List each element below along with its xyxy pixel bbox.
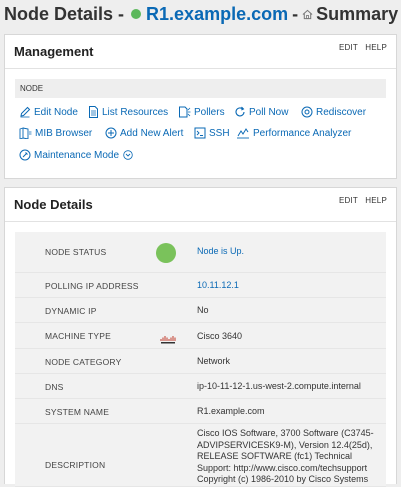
edit-node-label: Edit Node [34, 106, 78, 118]
node-details-table: NODE STATUS Node is Up. POLLING IP ADDRE… [15, 232, 386, 487]
list-resources-button[interactable]: List Resources [88, 106, 168, 118]
node-details-header-actions: EDIT HELP [334, 196, 387, 205]
machine-type-value: Cisco 3640 [197, 331, 243, 341]
pencil-icon [20, 106, 31, 118]
page-title-prefix: Node Details - [4, 3, 125, 24]
node-details-help-link[interactable]: HELP [365, 196, 387, 205]
row-key: DNS [45, 382, 64, 392]
maintenance-icon [19, 149, 31, 161]
plus-circle-icon [105, 127, 117, 139]
rediscover-label: Rediscover [316, 106, 367, 118]
table-row: DYNAMIC IP No [15, 298, 386, 323]
polling-ip-value[interactable]: 10.11.12.1 [197, 280, 239, 290]
table-row: DESCRIPTION Cisco IOS Software, 3700 Sof… [15, 424, 386, 487]
performance-analyzer-icon [237, 128, 249, 139]
list-resources-label: List Resources [102, 106, 169, 118]
row-key: DYNAMIC IP [45, 306, 97, 316]
table-row: SYSTEM NAME R1.example.com [15, 399, 386, 424]
description-value: Cisco IOS Software, 3700 Software (C3745… [197, 428, 374, 484]
pollers-button[interactable]: Pollers [178, 106, 225, 118]
edit-node-button[interactable]: Edit Node [19, 106, 78, 118]
table-row: DNS ip-10-11-12-1.us-west-2.compute.inte… [15, 374, 386, 399]
rediscover-icon [301, 106, 313, 118]
home-icon [302, 9, 313, 20]
table-row: NODE STATUS Node is Up. [15, 232, 386, 273]
node-details-panel: Node Details EDIT HELP NODE STATUS Node … [4, 187, 397, 487]
chevron-down-icon [123, 150, 133, 160]
status-up-icon [156, 243, 176, 263]
view-name: Summary [316, 3, 399, 24]
maintenance-mode-label: Maintenance Mode [34, 149, 120, 161]
row-key: MACHINE TYPE [45, 331, 112, 341]
title-separator: - [292, 3, 299, 24]
add-new-alert-label: Add New Alert [120, 127, 184, 139]
terminal-icon [194, 127, 206, 139]
node-status-dot-icon [131, 9, 142, 19]
page-title: Node Details - R1.example.com - Summary [4, 3, 398, 25]
performance-analyzer-button[interactable]: Performance Analyzer [236, 127, 351, 139]
management-title: Management [14, 44, 94, 59]
mib-browser-label: MIB Browser [35, 127, 93, 139]
mib-browser-icon [19, 127, 32, 139]
node-section-bar: NODE [15, 79, 386, 98]
dns-value: ip-10-11-12-1.us-west-2.compute.internal [197, 381, 361, 391]
management-header-actions: EDIT HELP [334, 43, 387, 52]
node-details-header: Node Details EDIT HELP [5, 188, 396, 222]
node-details-title: Node Details [14, 197, 93, 212]
management-help-link[interactable]: HELP [365, 43, 387, 52]
pollers-label: Pollers [194, 106, 225, 118]
row-key: POLLING IP ADDRESS [45, 281, 139, 291]
table-row: NODE CATEGORY Network [15, 349, 386, 374]
document-list-icon [89, 106, 98, 118]
system-name-value: R1.example.com [197, 406, 265, 416]
rediscover-button[interactable]: Rediscover [301, 106, 366, 118]
row-key: NODE STATUS [45, 247, 107, 257]
poll-now-button[interactable]: Poll Now [234, 106, 288, 118]
node-name-link[interactable]: R1.example.com [146, 4, 288, 25]
table-row: MACHINE TYPE Cisco 3640 [15, 323, 386, 349]
management-edit-link[interactable]: EDIT [339, 43, 358, 52]
management-header: Management EDIT HELP [5, 35, 396, 69]
maintenance-mode-button[interactable]: Maintenance Mode [19, 149, 136, 161]
node-section-label: NODE [20, 84, 44, 93]
performance-analyzer-label: Performance Analyzer [253, 127, 352, 139]
ssh-label: SSH [209, 127, 230, 139]
ssh-button[interactable]: SSH [194, 127, 230, 139]
management-panel: Management EDIT HELP NODE Edit Node List… [4, 34, 397, 179]
mib-browser-button[interactable]: MIB Browser [19, 127, 92, 139]
add-new-alert-button[interactable]: Add New Alert [105, 127, 183, 139]
refresh-icon [235, 106, 245, 117]
pollers-icon [179, 106, 191, 118]
table-row: POLLING IP ADDRESS 10.11.12.1 [15, 273, 386, 298]
node-details-edit-link[interactable]: EDIT [339, 196, 358, 205]
row-key: NODE CATEGORY [45, 357, 122, 367]
poll-now-label: Poll Now [249, 106, 289, 118]
node-category-value: Network [197, 356, 231, 366]
row-key: DESCRIPTION [45, 460, 106, 470]
cisco-logo-icon [160, 331, 176, 349]
row-key: SYSTEM NAME [45, 407, 110, 417]
node-status-value[interactable]: Node is Up. [197, 246, 244, 256]
dynamic-ip-value: No [197, 305, 209, 315]
